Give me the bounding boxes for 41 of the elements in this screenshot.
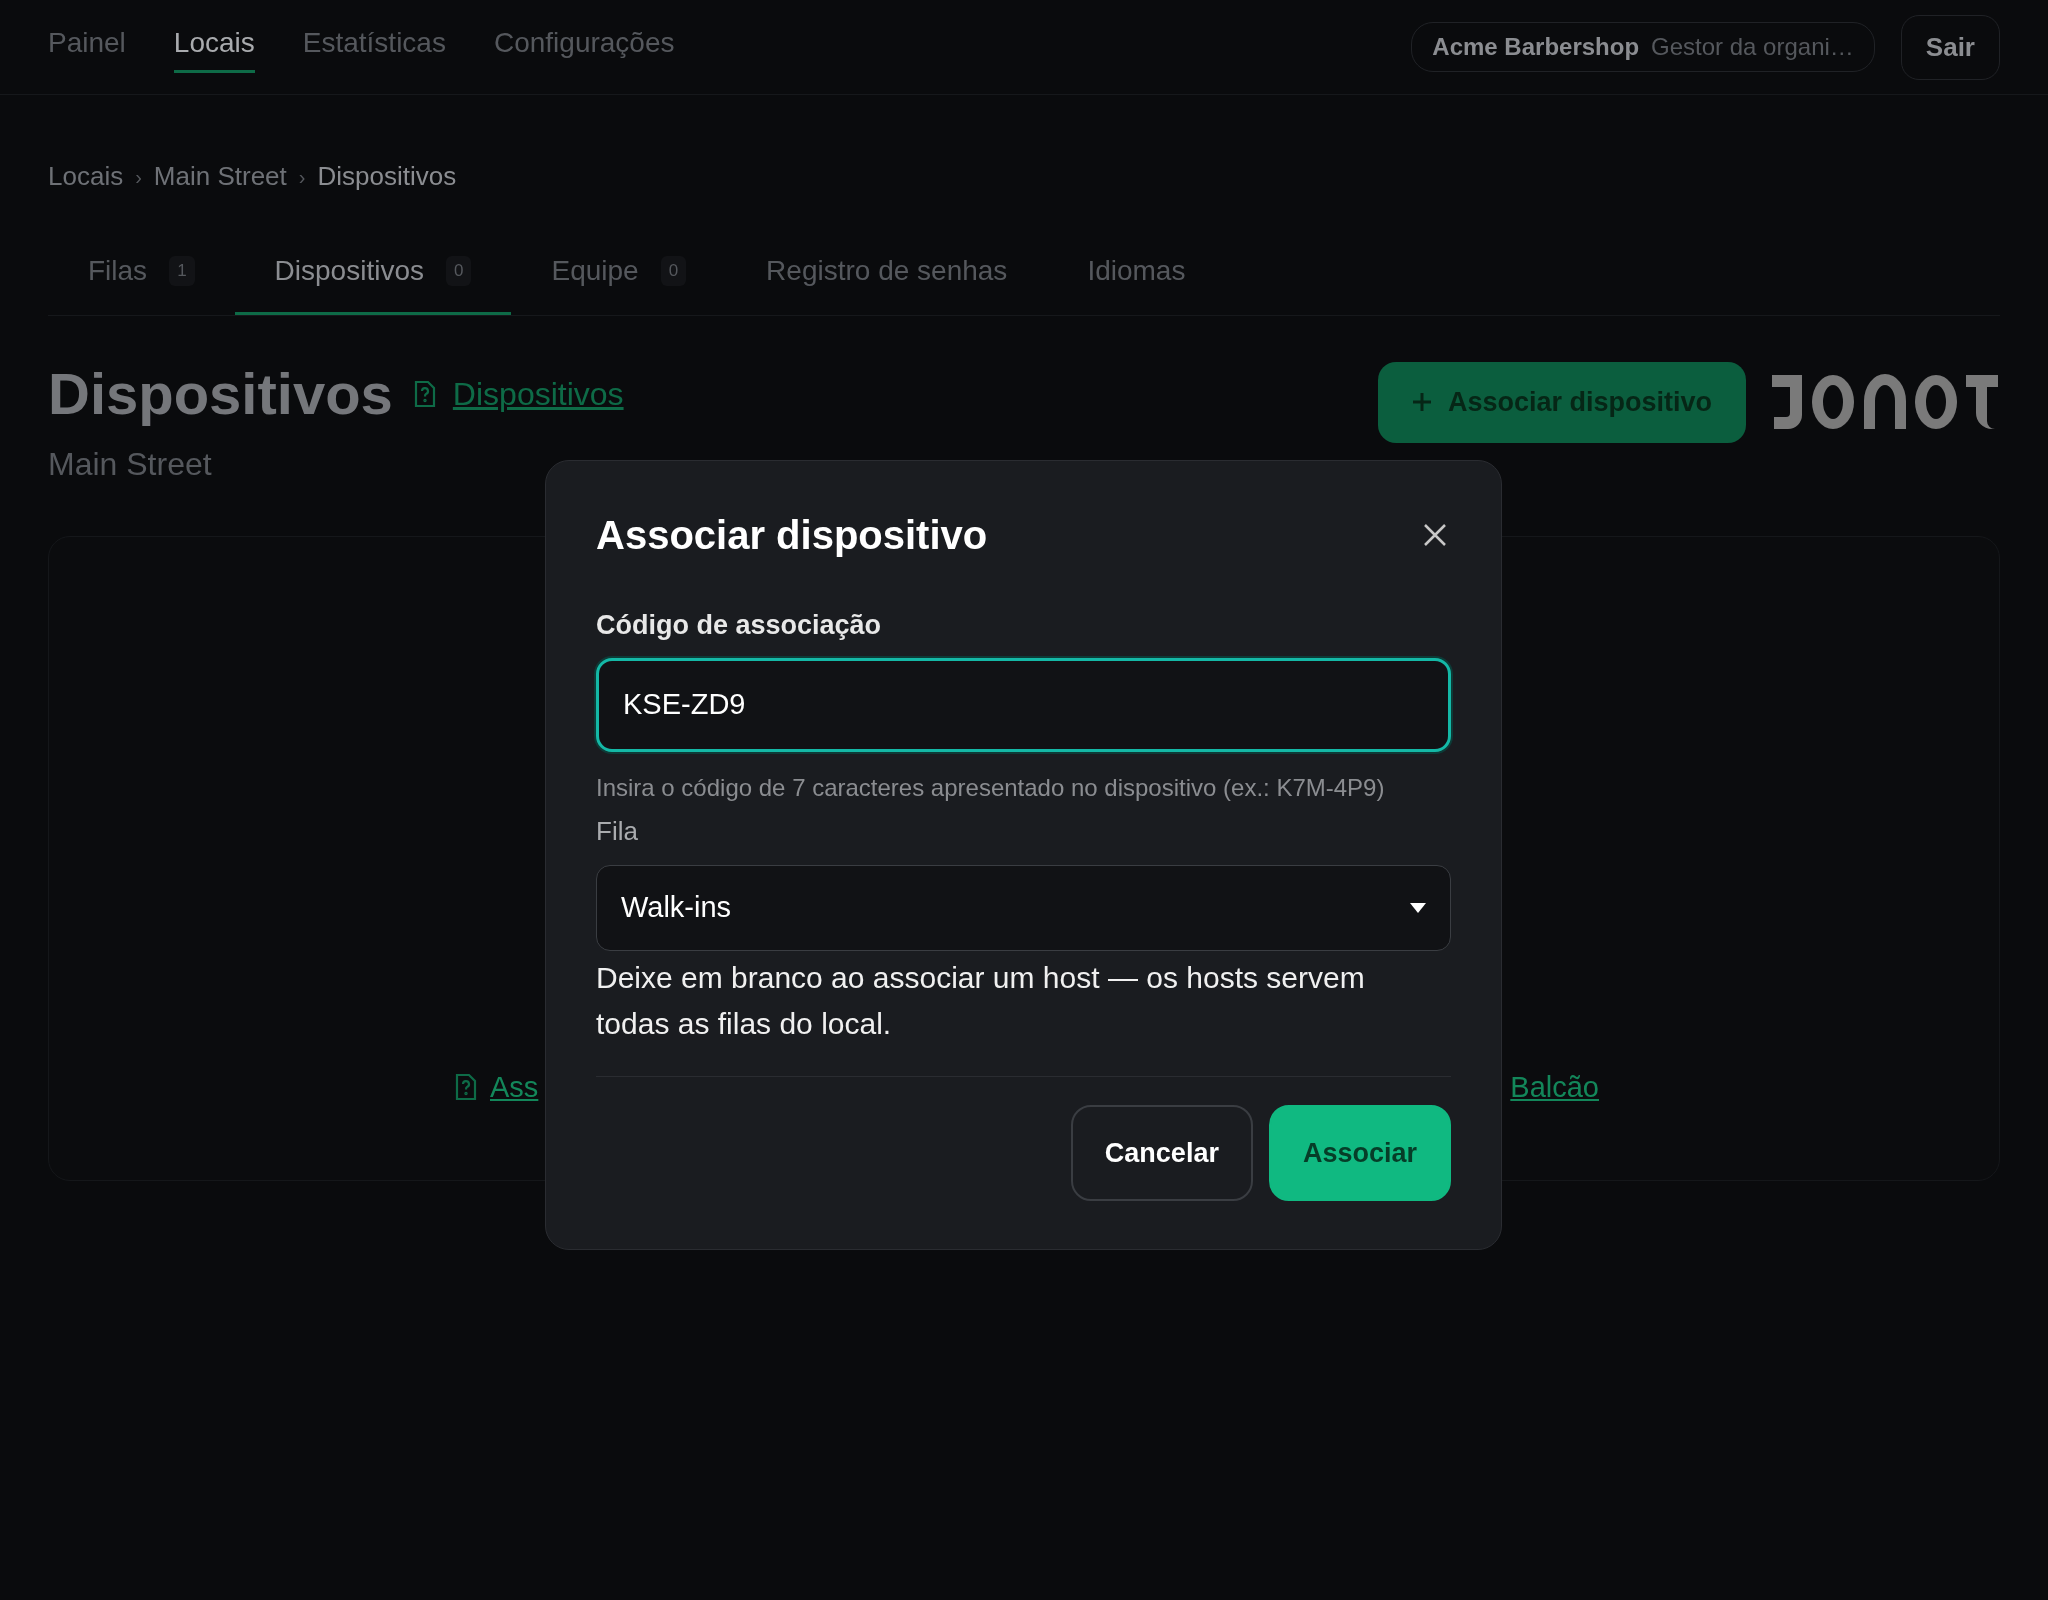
help-icon bbox=[412, 379, 437, 408]
code-input-field[interactable]: KSE-ZD9 bbox=[596, 657, 1451, 752]
tab[interactable]: Filas 1 bbox=[48, 236, 235, 315]
breadcrumb-item: Dispositivos bbox=[317, 160, 457, 193]
nav-link[interactable]: Configurações bbox=[493, 21, 675, 73]
role-text: Gestor da organi… bbox=[1651, 32, 1854, 62]
nav-link[interactable]: Locais bbox=[173, 21, 255, 73]
field-label: Código de associação bbox=[596, 609, 883, 642]
logout-button[interactable]: Sair bbox=[1900, 14, 2000, 80]
nav-link[interactable]: Painel bbox=[48, 21, 126, 73]
help-link[interactable]: Balcão bbox=[1510, 1065, 1599, 1110]
hint-text: Deixe em branco ao associar um host — os hosts servem todas as filas do local. bbox=[596, 959, 1366, 1042]
breadcrumb-separator: › bbox=[135, 164, 142, 190]
organization-badge[interactable]: Acme Barbershop Gestor da organi… bbox=[1411, 22, 1875, 72]
plus-icon bbox=[1411, 392, 1432, 413]
submit-button[interactable]: Associar bbox=[1268, 1104, 1451, 1201]
dialog-title: Associar dispositivo bbox=[596, 512, 988, 559]
logo-icon bbox=[1770, 373, 2000, 432]
field-label: Fila bbox=[596, 814, 639, 848]
add-device-button[interactable]: Associar dispositivo bbox=[1377, 362, 1746, 443]
breadcrumb-item[interactable]: Main Street bbox=[153, 157, 287, 196]
caret-icon bbox=[1410, 902, 1426, 913]
hint-text: Insira o código de 7 caracteres apresentado no dispositivo (ex.: K7M-4P9) bbox=[596, 772, 1386, 803]
tab[interactable]: Equipe 0 bbox=[511, 236, 727, 315]
page-title: Dispositivos bbox=[48, 362, 393, 426]
nav-link[interactable]: Estatísticas bbox=[302, 21, 446, 73]
help-link[interactable]: Dispositivos bbox=[452, 369, 624, 418]
organization-name: Acme Barbershop bbox=[1432, 32, 1640, 62]
help-link[interactable]: Ass bbox=[490, 1065, 539, 1110]
tab[interactable]: Idiomas bbox=[1047, 236, 1226, 315]
breadcrumb-separator: › bbox=[298, 164, 306, 190]
count-badge: 0 bbox=[660, 256, 687, 286]
tab[interactable]: Dispositivos 0 bbox=[234, 236, 512, 315]
queue-select[interactable]: Walk-ins bbox=[596, 864, 1451, 951]
count-badge: 1 bbox=[169, 256, 195, 286]
breadcrumb-item[interactable]: Locais bbox=[48, 157, 124, 196]
tab[interactable]: Registro de senhas bbox=[726, 236, 1048, 315]
page-subtitle: Main Street bbox=[48, 444, 213, 484]
count-badge: 0 bbox=[446, 256, 472, 286]
help-icon bbox=[454, 1073, 478, 1102]
cancel-button[interactable]: Cancelar bbox=[1070, 1104, 1253, 1201]
